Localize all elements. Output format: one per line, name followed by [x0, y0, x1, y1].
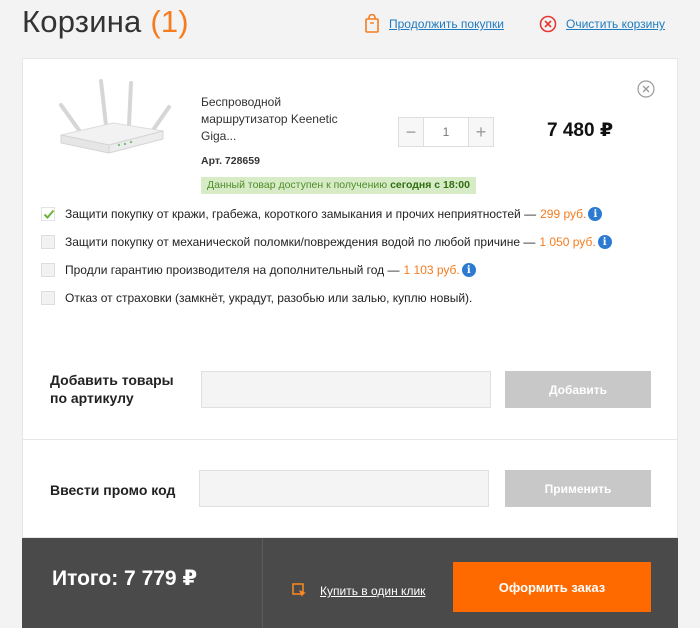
availability-text: Данный товар доступен к получению [207, 179, 388, 191]
option-text: Продли гарантию производителя на дополни… [65, 263, 400, 277]
info-icon[interactable]: i [461, 263, 476, 277]
cart-card: Беспроводной маршрутизатор Keenetic Giga… [22, 58, 678, 538]
promo-code-input[interactable] [199, 470, 489, 507]
quantity-field[interactable]: 1 [423, 118, 469, 146]
option-price: 1 050 руб. [539, 235, 596, 249]
shopping-bag-icon[interactable] [364, 14, 380, 34]
insurance-checkbox[interactable] [41, 235, 55, 249]
product-name[interactable]: Беспроводной маршрутизатор Keenetic Giga… [201, 94, 361, 145]
decrease-button[interactable]: − [399, 118, 423, 146]
product-price: 7 480 ₽ [547, 120, 614, 141]
insurance-option-theft[interactable]: Защити покупку от кражи, грабежа, коротк… [41, 205, 603, 223]
continue-shopping-link[interactable]: Продолжить покупки [389, 17, 504, 31]
clear-cart-link[interactable]: Очистить корзину [566, 17, 665, 31]
order-total: Итого: 7 779 ₽ [52, 567, 198, 590]
page-title: Корзина (1) [22, 4, 189, 40]
info-icon[interactable]: i [597, 235, 612, 249]
option-price: 299 руб. [540, 207, 587, 221]
article-input[interactable] [201, 371, 491, 408]
decline-insurance-option[interactable]: Отказ от страховки (замкнёт, украдут, ра… [41, 289, 472, 307]
product-name-line: маршрутизатор Keenetic [201, 112, 338, 126]
availability-time: сегодня с 18:00 [390, 179, 470, 191]
option-text: Защити покупку от механической поломки/п… [65, 235, 536, 249]
product-name-line: Беспроводной [201, 95, 282, 109]
decline-checkbox[interactable] [41, 291, 55, 305]
promo-code-label: Ввести промо код [50, 482, 176, 498]
apply-button[interactable]: Применить [505, 470, 651, 507]
product-image[interactable] [51, 73, 181, 163]
option-text: Защити покупку от кражи, грабежа, коротк… [65, 207, 537, 221]
clear-cart-icon[interactable] [539, 15, 557, 33]
add-by-article-label-line: Добавить товары [50, 372, 174, 388]
warranty-checkbox[interactable] [41, 263, 55, 277]
info-icon[interactable]: i [588, 207, 603, 221]
product-name-line: Giga... [201, 129, 237, 143]
page-header: Корзина (1) Продолжить покупки Очистить … [0, 0, 700, 58]
add-button[interactable]: Добавить [505, 371, 651, 408]
page-title-text: Корзина [22, 4, 142, 39]
warranty-extension-option[interactable]: Продли гарантию производителя на дополни… [41, 261, 476, 279]
cart-count: (1) [150, 4, 189, 39]
add-by-article-label-line: по артикулу [50, 390, 134, 406]
product-article: Арт. 728659 [201, 155, 260, 167]
cursor-click-icon[interactable] [292, 583, 308, 599]
increase-button[interactable]: + [469, 118, 493, 146]
quantity-stepper: − 1 + [398, 117, 494, 147]
insurance-checkbox[interactable] [41, 207, 55, 221]
section-divider [23, 439, 677, 440]
one-click-buy-link[interactable]: Купить в один клик [320, 584, 425, 598]
checkout-footer: Итого: 7 779 ₽ Купить в один клик Оформи… [22, 538, 678, 628]
option-price: 1 103 руб. [403, 263, 460, 277]
footer-divider [262, 538, 263, 628]
add-by-article-label: Добавить товары по артикулу [50, 371, 174, 407]
insurance-option-damage[interactable]: Защити покупку от механической поломки/п… [41, 233, 612, 251]
remove-item-icon[interactable] [637, 80, 655, 98]
availability-badge: Данный товар доступен к получению сегодн… [201, 177, 476, 194]
checkout-button[interactable]: Оформить заказ [453, 562, 651, 612]
option-text: Отказ от страховки (замкнёт, украдут, ра… [65, 291, 473, 305]
check-icon [43, 209, 55, 219]
